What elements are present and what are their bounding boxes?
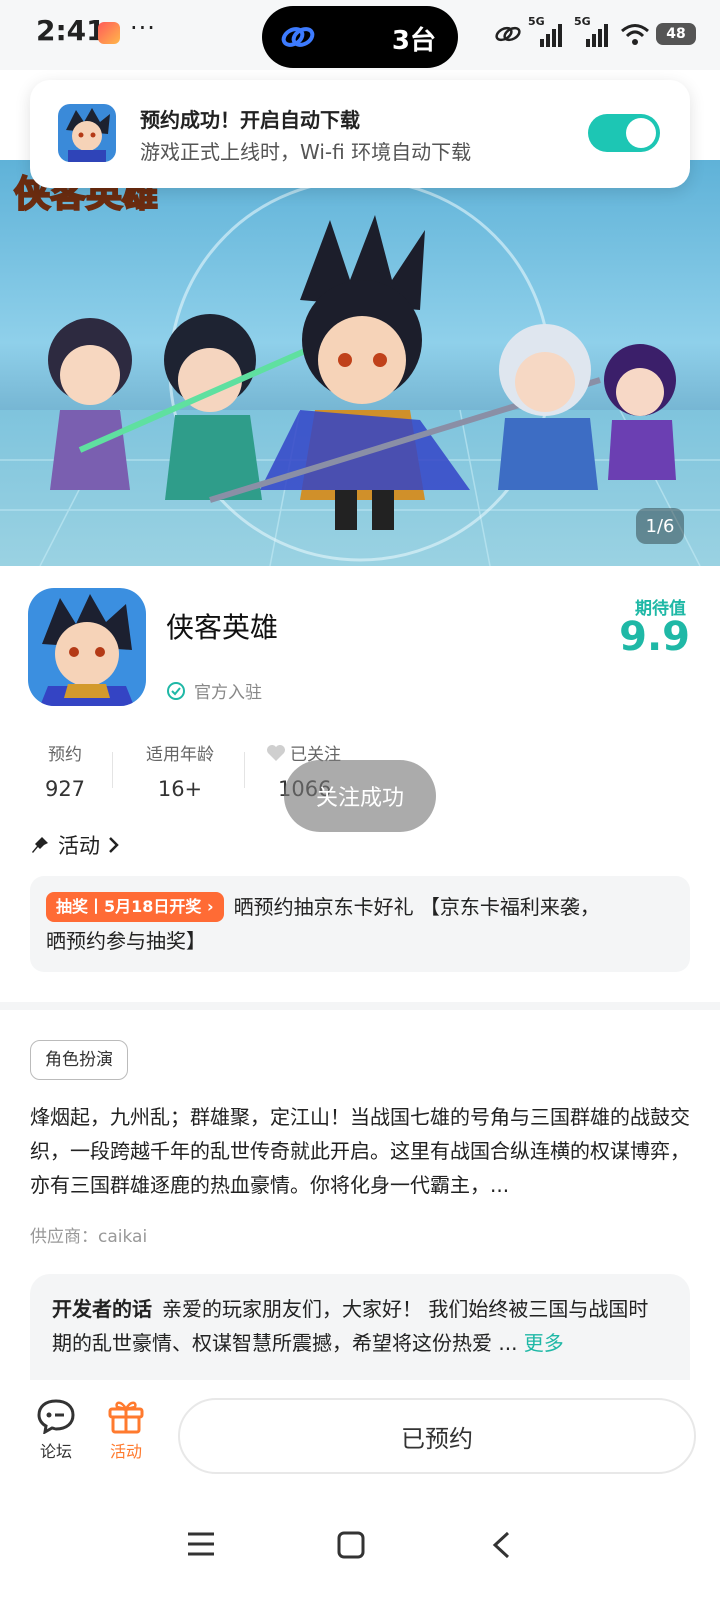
- activity-tab-label: 活动: [109, 1442, 142, 1461]
- banner-page-counter: 1/6: [636, 508, 684, 544]
- hero-artwork: 侠客英雄: [0, 172, 720, 566]
- stat-reservations: 预约 927: [44, 740, 86, 801]
- official-badge: 官方入驻: [166, 678, 262, 703]
- status-time: 2:41: [36, 14, 106, 47]
- chevron-right-icon: [109, 837, 119, 853]
- activity-item[interactable]: 抽奖丨5月18日开奖 › 晒预约抽京东卡好礼 【京东卡福利来袭， 晒预约参与抽奖】: [30, 876, 690, 972]
- game-title: 侠客英雄: [166, 611, 279, 644]
- divider: [112, 752, 113, 788]
- lottery-badge: 抽奖丨5月18日开奖 ›: [46, 892, 224, 922]
- activity-text-1: 晒预约抽京东卡好礼 【京东卡福利来袭，: [233, 895, 600, 919]
- stat-age-rating: 适用年龄 16+: [140, 740, 220, 801]
- system-navigation-bar: [0, 1500, 720, 1600]
- back-icon[interactable]: [490, 1530, 512, 1560]
- stat-label: 适用年龄: [146, 745, 214, 765]
- device-count: 3台: [391, 26, 436, 56]
- stat-label: 预约: [48, 745, 82, 765]
- stat-value: 927: [44, 777, 86, 801]
- activity-header[interactable]: 活动: [30, 830, 120, 860]
- game-description[interactable]: 烽烟起，九州乱；群雄聚，定江山！当战国七雄的号角与三国群雄的战鼓交织，一段跨越千…: [30, 1100, 692, 1202]
- activity-heading: 活动: [58, 834, 100, 858]
- signal-icon-1: 5G: [528, 15, 568, 49]
- reserved-button[interactable]: 已预约: [178, 1398, 696, 1474]
- gift-icon: [108, 1401, 144, 1434]
- battery-icon: 48: [656, 23, 696, 45]
- auto-download-toggle[interactable]: [588, 114, 660, 152]
- more-link[interactable]: 更多: [524, 1331, 564, 1355]
- status-icons: 5G 5G 48: [494, 15, 696, 52]
- genre-tag[interactable]: 角色扮演: [30, 1040, 128, 1080]
- check-circle-icon: [167, 681, 185, 700]
- notification-subtitle: 游戏正式上线时，Wi-fi 环境自动下载: [140, 140, 472, 164]
- wifi-icon: [621, 24, 649, 45]
- activity-text-2: 晒预约参与抽奖】: [46, 929, 206, 953]
- home-icon[interactable]: [336, 1530, 366, 1560]
- forum-icon: [37, 1399, 75, 1434]
- forum-label: 论坛: [39, 1442, 72, 1461]
- tab-forum[interactable]: 论坛: [26, 1398, 86, 1462]
- hero-banner[interactable]: 侠客英雄 1/6: [0, 160, 720, 566]
- divider: [244, 752, 245, 788]
- pin-icon: [32, 837, 48, 853]
- supplier-info: 供应商：caikai: [30, 1227, 148, 1247]
- more-notifications-icon: ···: [130, 14, 156, 42]
- link-status-icon: [495, 26, 521, 42]
- dynamic-island[interactable]: 3台: [262, 6, 458, 68]
- game-icon: [28, 588, 146, 706]
- expectation-score: 9.9: [619, 614, 690, 660]
- link-icon: [281, 27, 315, 47]
- official-label: 官方入驻: [194, 683, 262, 703]
- signal-icon-2: 5G: [574, 15, 614, 49]
- section-divider: [0, 1002, 720, 1010]
- bottom-action-bar: 论坛 活动 已预约: [0, 1380, 720, 1492]
- status-bar: 2:41 ··· 3台 5G 5G 48: [0, 0, 720, 70]
- stat-value: 16+: [157, 777, 203, 801]
- notification-title: 预约成功！开启自动下载: [140, 108, 360, 132]
- tab-activity[interactable]: 活动: [96, 1398, 156, 1462]
- toggle-knob: [626, 118, 656, 148]
- video-app-icon: [98, 22, 120, 44]
- menu-icon[interactable]: [186, 1530, 216, 1558]
- developer-title: 开发者的话: [52, 1297, 152, 1321]
- reservation-notification: 预约成功！开启自动下载 游戏正式上线时，Wi-fi 环境自动下载: [30, 80, 690, 188]
- developer-note[interactable]: 开发者的话 亲爱的玩家朋友们，大家好！ 我们始终被三国与战国时期的乱世豪情、权谋智…: [30, 1274, 690, 1382]
- heart-icon: [267, 745, 285, 761]
- follow-success-toast: 关注成功: [284, 760, 436, 832]
- game-icon-small: [58, 104, 116, 162]
